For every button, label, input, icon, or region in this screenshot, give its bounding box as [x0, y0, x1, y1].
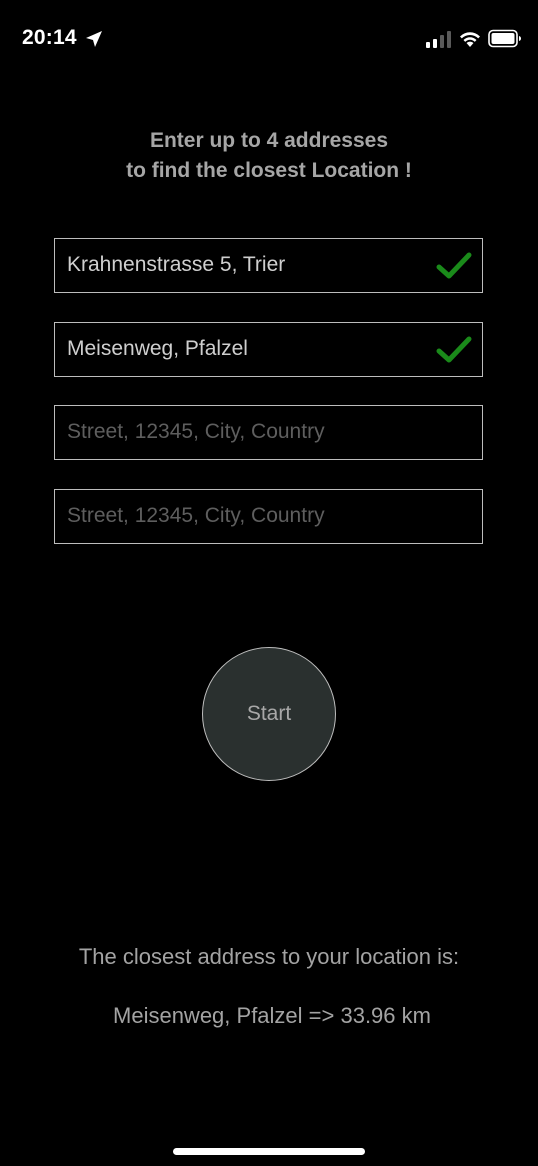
status-bar: 20:14	[0, 0, 538, 80]
home-indicator[interactable]	[173, 1148, 365, 1155]
status-time: 20:14	[22, 26, 77, 49]
title-line-1: Enter up to 4 addresses	[149, 129, 389, 152]
address-input-1[interactable]	[67, 239, 427, 291]
battery-icon	[488, 29, 521, 48]
address-field-4[interactable]	[54, 489, 483, 544]
start-button[interactable]: Start	[202, 647, 336, 781]
result-value: Meisenweg, Pfalzel => 33.96 km	[113, 1003, 431, 1028]
address-field-2[interactable]	[54, 322, 483, 377]
wifi-icon	[460, 32, 480, 47]
title-line-2: to find the closest Location !	[126, 159, 412, 182]
cellular-signal-icon	[426, 31, 451, 48]
result-label: The closest address to your location is:	[78, 944, 460, 969]
location-arrow-icon	[86, 31, 102, 47]
address-input-2[interactable]	[67, 323, 427, 375]
address-input-3[interactable]	[67, 406, 427, 458]
checkmark-icon	[436, 336, 472, 363]
page-title: Enter up to 4 addresses to find the clos…	[0, 126, 538, 186]
address-input-4[interactable]	[67, 490, 427, 542]
address-field-3[interactable]	[54, 405, 483, 460]
address-field-1[interactable]	[54, 238, 483, 293]
checkmark-icon	[436, 252, 472, 279]
